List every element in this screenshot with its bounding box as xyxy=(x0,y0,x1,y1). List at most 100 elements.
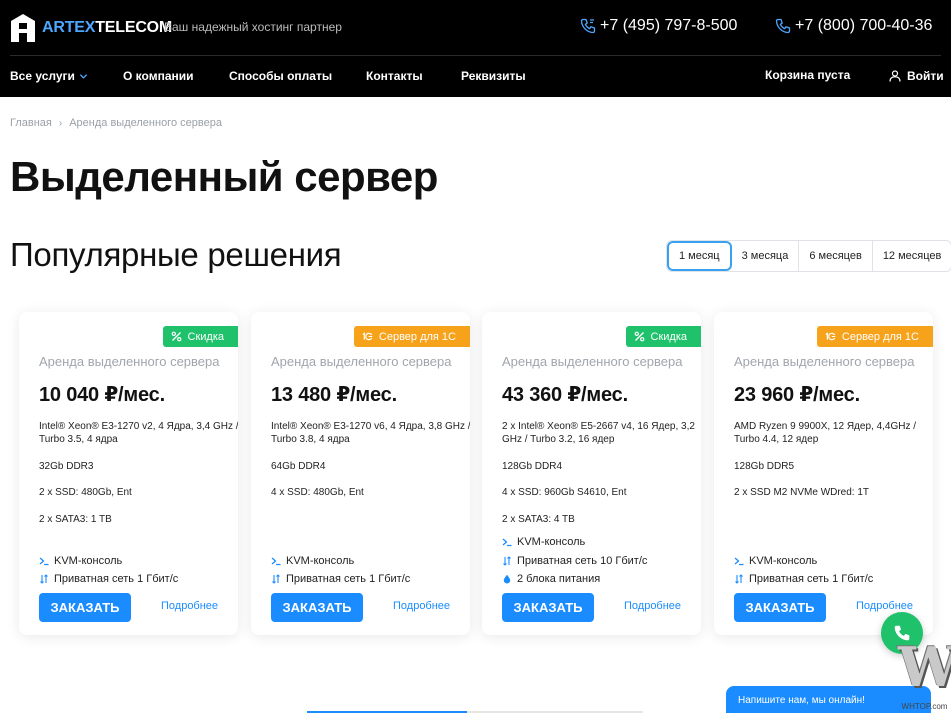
1c-icon xyxy=(825,332,836,341)
period-6-months[interactable]: 6 месяцев xyxy=(799,241,873,271)
login-button[interactable]: Войти xyxy=(889,69,944,83)
period-1-month[interactable]: 1 месяц xyxy=(667,241,732,271)
terminal-icon xyxy=(39,557,49,566)
feature-label: Приватная сеть 10 Гбит/с xyxy=(517,555,648,567)
feature-power: 2 блока питания xyxy=(502,573,600,585)
spec-ram: 64Gb DDR4 xyxy=(271,461,326,472)
details-link[interactable]: Подробнее xyxy=(856,600,913,612)
server-card-4: Сервер для 1С Аренда выделенного сервера… xyxy=(714,312,933,635)
spec-cpu: Intel® Xeon® E3-1270 v2, 4 Ядра, 3,4 GHz… xyxy=(39,421,238,445)
phone-link-moscow[interactable]: +7 (495) 797-8-500 xyxy=(580,17,737,35)
feature-kvm: KVM-консоль xyxy=(39,555,122,567)
order-button[interactable]: ЗАКАЗАТЬ xyxy=(39,593,131,622)
percent-icon xyxy=(171,331,181,342)
phone-number-free: +7 (800) 700-40-36 xyxy=(795,17,933,34)
breadcrumb-current: Аренда выделенного сервера xyxy=(69,117,222,129)
server-card-3: Скидка Аренда выделенного сервера 43 360… xyxy=(482,312,701,635)
feature-label: KVM-консоль xyxy=(54,555,123,567)
section-title: Популярные решения xyxy=(10,236,342,273)
1c-icon xyxy=(362,332,373,341)
discount-badge: Скидка xyxy=(625,326,701,347)
feature-label: Приватная сеть 1 Гбит/с xyxy=(286,573,411,585)
badge-label: Скидка xyxy=(650,330,688,343)
server-card-2: Сервер для 1С Аренда выделенного сервера… xyxy=(251,312,470,635)
tagline: Ваш надежный хостинг партнер xyxy=(164,20,342,34)
logo-icon xyxy=(11,14,35,42)
period-selector: 1 месяц 3 месяца 6 месяцев 12 месяцев xyxy=(666,240,951,272)
nav-requisites[interactable]: Реквизиты xyxy=(461,69,526,83)
logo-text-bold: ARTEX xyxy=(42,19,96,36)
network-icon xyxy=(40,574,48,584)
card-subtitle: Аренда выделенного сервера xyxy=(734,354,915,369)
phone-icon xyxy=(580,18,596,34)
feature-kvm: KVM-консоль xyxy=(734,555,817,567)
nav-payment[interactable]: Способы оплаты xyxy=(229,69,332,83)
feature-kvm: KVM-консоль xyxy=(502,536,585,548)
details-link[interactable]: Подробнее xyxy=(393,600,450,612)
nav-all-services[interactable]: Все услуги xyxy=(10,69,88,83)
feature-label: Приватная сеть 1 Гбит/с xyxy=(54,573,179,585)
feature-label: KVM-консоль xyxy=(517,536,586,548)
logo[interactable]: ARTEXTELECOM xyxy=(10,13,172,43)
feature-network: Приватная сеть 1 Гбит/с xyxy=(39,573,178,585)
card-subtitle: Аренда выделенного сервера xyxy=(502,354,683,369)
network-icon xyxy=(272,574,280,584)
nav-label: Все услуги xyxy=(10,69,75,83)
badge-label: Сервер для 1С xyxy=(841,330,919,343)
card-price: 23 960 ₽/мес. xyxy=(734,384,860,406)
feature-network: Приватная сеть 1 Гбит/с xyxy=(271,573,410,585)
power-drop-icon xyxy=(503,574,511,584)
card-price: 10 040 ₽/мес. xyxy=(39,384,165,406)
card-subtitle: Аренда выделенного сервера xyxy=(271,354,452,369)
site-header: ARTEXTELECOM Ваш надежный хостинг партне… xyxy=(0,0,951,97)
terminal-icon xyxy=(271,557,281,566)
breadcrumb-home[interactable]: Главная xyxy=(10,117,52,129)
badge-label: Скидка xyxy=(187,330,225,343)
1c-badge: Сервер для 1С xyxy=(816,326,933,347)
spec-disk-1: 2 x SSD M2 NVMe WDred: 1T xyxy=(734,487,870,498)
details-link[interactable]: Подробнее xyxy=(624,600,681,612)
phone-link-free[interactable]: +7 (800) 700-40-36 xyxy=(775,17,932,35)
feature-label: KVM-консоль xyxy=(286,555,355,567)
nav-contacts[interactable]: Контакты xyxy=(366,69,423,83)
order-button[interactable]: ЗАКАЗАТЬ xyxy=(271,593,363,622)
feature-label: KVM-консоль xyxy=(749,555,818,567)
chevron-down-icon xyxy=(79,74,88,80)
breadcrumb: Главная › Аренда выделенного сервера xyxy=(10,117,222,129)
1c-badge: Сервер для 1С xyxy=(353,326,470,347)
spec-ram: 128Gb DDR4 xyxy=(502,461,563,472)
watermark-site: WHTOP.com xyxy=(901,702,948,711)
cart-link[interactable]: Корзина пуста xyxy=(765,68,850,82)
period-12-months[interactable]: 12 месяцев xyxy=(873,241,951,271)
order-button[interactable]: ЗАКАЗАТЬ xyxy=(502,593,594,622)
spec-ram: 128Gb DDR5 xyxy=(734,461,795,472)
feature-kvm: KVM-консоль xyxy=(271,555,354,567)
nav-about[interactable]: О компании xyxy=(123,69,194,83)
feature-label: 2 блока питания xyxy=(517,573,601,585)
spec-cpu: Intel® Xeon® E3-1270 v6, 4 Ядра, 3,8 GHz… xyxy=(271,421,470,445)
server-card-1: Скидка Аренда выделенного сервера 10 040… xyxy=(19,312,238,635)
watermark-logo: W xyxy=(898,635,951,699)
card-subtitle: Аренда выделенного сервера xyxy=(39,354,220,369)
discount-badge: Скидка xyxy=(162,326,238,347)
phone-icon xyxy=(775,18,791,34)
spec-disk-1: 2 x SSD: 480Gb, Ent xyxy=(39,487,132,498)
period-3-months[interactable]: 3 месяца xyxy=(732,241,800,271)
header-divider xyxy=(10,55,941,56)
spec-disk-1: 4 x SSD: 960Gb S4610, Ent xyxy=(502,487,627,498)
page-title: Выделенный сервер xyxy=(10,153,438,200)
phone-number-moscow: +7 (495) 797-8-500 xyxy=(600,17,738,34)
feature-network: Приватная сеть 1 Гбит/с xyxy=(734,573,873,585)
logo-text: ARTEXTELECOM xyxy=(42,19,172,37)
spec-cpu: AMD Ryzen 9 9900X, 12 Ядер, 4,4GHz / Tur… xyxy=(734,421,917,445)
terminal-icon xyxy=(502,538,512,547)
spec-ram: 32Gb DDR3 xyxy=(39,461,94,472)
details-link[interactable]: Подробнее xyxy=(161,600,218,612)
card-price: 13 480 ₽/мес. xyxy=(271,384,397,406)
order-button[interactable]: ЗАКАЗАТЬ xyxy=(734,593,826,622)
badge-label: Сервер для 1С xyxy=(378,330,456,343)
spec-disk-2: 2 x SATA3: 4 TB xyxy=(502,514,575,525)
feature-label: Приватная сеть 1 Гбит/с xyxy=(749,573,874,585)
terminal-icon xyxy=(734,557,744,566)
feature-network: Приватная сеть 10 Гбит/с xyxy=(502,555,647,567)
